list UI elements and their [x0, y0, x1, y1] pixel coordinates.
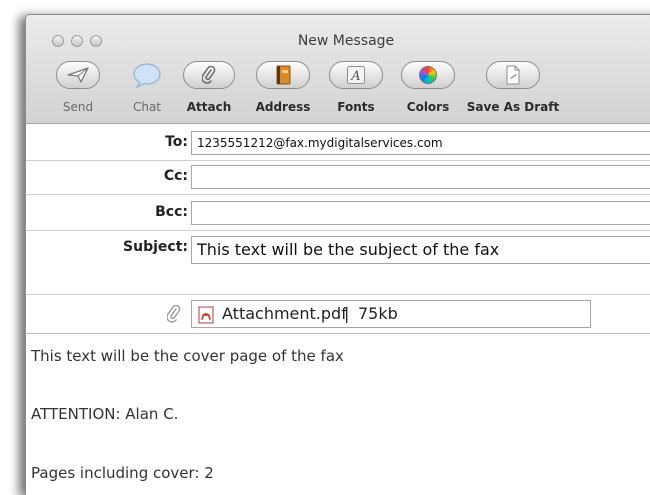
body-line: This text will be the cover page of the … — [31, 347, 344, 365]
message-body[interactable]: This text will be the cover page of the … — [26, 335, 650, 495]
colors-label: Colors — [406, 100, 450, 114]
address-button-shape[interactable] — [256, 61, 310, 89]
draft-icon — [506, 65, 520, 85]
pdf-icon — [198, 306, 214, 324]
body-line: Pages including cover: 2 — [31, 464, 214, 482]
send-button[interactable]: Send — [56, 61, 100, 119]
attachment-size: 75kb — [358, 304, 398, 323]
toolbar: New Message Send Chat Attach Address A F… — [26, 15, 650, 124]
chat-icon — [133, 63, 161, 88]
to-label: To: — [165, 134, 188, 150]
subject-label: Subject: — [123, 239, 188, 255]
separator — [26, 194, 650, 195]
paperclip-icon — [167, 305, 181, 323]
bcc-field[interactable] — [191, 201, 650, 225]
separator — [26, 230, 650, 231]
separator — [26, 333, 650, 334]
separator — [26, 160, 650, 161]
to-field[interactable]: 1235551212@fax.mydigitalservices.com — [191, 131, 650, 155]
bcc-label: Bcc: — [155, 204, 188, 220]
paperclip-icon — [202, 66, 216, 84]
fonts-button-shape[interactable]: A — [329, 61, 383, 89]
address-book-icon — [276, 65, 291, 85]
cc-label: Cc: — [163, 168, 188, 184]
subject-field[interactable]: This text will be the subject of the fax — [191, 236, 650, 264]
send-button-shape[interactable] — [56, 61, 100, 89]
send-label: Send — [62, 100, 94, 114]
colors-button-shape[interactable] — [401, 61, 455, 89]
color-wheel-icon — [419, 66, 437, 84]
save-as-draft-label: Save As Draft — [466, 100, 560, 114]
colors-button[interactable]: Colors — [401, 61, 455, 119]
mail-compose-window: New Message Send Chat Attach Address A F… — [25, 14, 650, 495]
svg-text:A: A — [350, 69, 360, 84]
message-header: To: 1235551212@fax.mydigitalservices.com… — [26, 124, 650, 334]
save-as-draft-button-shape[interactable] — [486, 61, 540, 89]
chat-button[interactable]: Chat — [131, 61, 163, 119]
chat-button-shape[interactable] — [131, 61, 163, 89]
attachment-item[interactable]: Attachment.pdf | 75kb — [191, 300, 591, 328]
window-title: New Message — [297, 33, 395, 49]
attach-button-shape[interactable] — [183, 61, 235, 89]
save-as-draft-button[interactable]: Save As Draft — [467, 61, 559, 119]
fonts-icon: A — [347, 66, 365, 84]
attachment-separator: | — [344, 304, 350, 323]
separator — [26, 294, 650, 295]
address-button[interactable]: Address — [256, 61, 310, 119]
send-icon — [67, 67, 89, 83]
cc-field[interactable] — [191, 165, 650, 189]
fonts-button[interactable]: A Fonts — [329, 61, 383, 119]
attachment-name: Attachment.pdf — [222, 304, 347, 323]
attach-button[interactable]: Attach — [183, 61, 235, 119]
body-line: ATTENTION: Alan C. — [31, 405, 179, 423]
